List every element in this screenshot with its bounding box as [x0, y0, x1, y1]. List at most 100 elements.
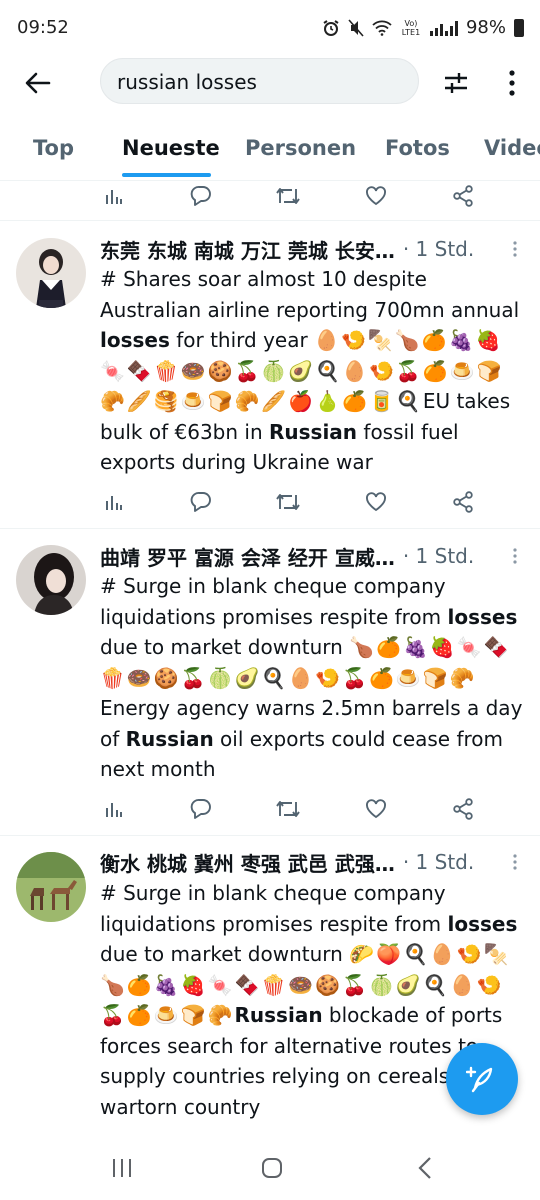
bar-chart-icon — [106, 190, 122, 204]
tweet-action-row — [100, 181, 480, 211]
bar-chart-icon — [106, 803, 122, 817]
search-header: russian losses — [0, 58, 540, 108]
tweet-text-part: due to market downturn — [100, 942, 350, 966]
avatar[interactable] — [16, 238, 86, 308]
comment-icon — [190, 492, 211, 512]
recent-apps-icon — [113, 1159, 131, 1177]
tweet-timestamp[interactable]: · 1 Std. — [403, 544, 474, 568]
tab-people[interactable]: Personen — [245, 136, 356, 160]
wifi-icon — [372, 20, 392, 36]
active-tab-indicator — [122, 173, 211, 177]
comment-icon — [190, 186, 211, 206]
tweet-text-part: # Surge in blank cheque company liquidat… — [100, 881, 448, 936]
sliders-icon — [445, 73, 467, 93]
retweet-button[interactable] — [273, 487, 303, 517]
like-button[interactable] — [361, 487, 391, 517]
tab-top[interactable]: Top — [33, 136, 74, 160]
tweet-header: 曲靖 罗平 富源 会泽 经开 宣威… · 1 Std. — [100, 541, 525, 571]
share-button[interactable] — [448, 794, 478, 824]
tweet-text-part: # Shares soar almost 10 despite Australi… — [100, 267, 520, 322]
share-icon — [453, 491, 473, 513]
search-filter-button[interactable] — [438, 65, 474, 101]
tweet-keyword: losses — [447, 911, 518, 936]
system-navigation-bar — [0, 1135, 540, 1200]
bar-chart-icon — [106, 496, 122, 510]
tweet-more-button[interactable] — [510, 854, 520, 870]
arrow-left-icon — [25, 72, 51, 94]
compose-tweet-button[interactable] — [446, 1043, 518, 1115]
battery-icon — [514, 18, 524, 37]
feather-plus-icon — [466, 1066, 493, 1093]
like-button[interactable] — [361, 181, 391, 211]
tab-videos[interactable]: Video — [484, 136, 540, 160]
tweet-header: 东莞 东城 南城 万江 莞城 长安… · 1 Std. — [100, 234, 525, 264]
home-icon — [262, 1158, 282, 1178]
search-tabs: Top Neueste Personen Fotos Video — [0, 122, 540, 180]
tab-latest[interactable]: Neueste — [122, 136, 220, 160]
share-icon — [453, 798, 473, 820]
tweet-action-row — [100, 487, 480, 517]
tweet-keyword: Russian — [269, 419, 358, 444]
tweet-text-part: # Surge in blank cheque company liquidat… — [100, 574, 448, 629]
tweet-keyword: losses — [100, 328, 170, 352]
views-button[interactable] — [99, 181, 129, 211]
signal-icon — [429, 20, 458, 36]
tab-photos[interactable]: Fotos — [385, 136, 450, 160]
avatar[interactable] — [16, 545, 86, 615]
status-time: 09:52 — [17, 17, 69, 38]
recent-apps-button[interactable] — [107, 1155, 137, 1181]
tweet-author-name[interactable]: 曲靖 罗平 富源 会泽 经开 宣威… — [100, 542, 395, 571]
views-button[interactable] — [99, 487, 129, 517]
tweet-author-name[interactable]: 东莞 东城 南城 万江 莞城 长安… — [100, 235, 395, 264]
chevron-left-icon — [418, 1157, 431, 1179]
tweet[interactable]: 曲靖 罗平 富源 会泽 经开 宣威… · 1 Std. # Surge in b… — [0, 529, 540, 836]
status-bar: 09:52 Vo) LTE1 98% — [0, 0, 540, 58]
more-vertical-icon — [513, 854, 517, 870]
tweet[interactable]: 东莞 东城 南城 万江 莞城 长安… · 1 Std. # Shares soa… — [0, 221, 540, 528]
tweet-text-part: for third year — [169, 328, 315, 352]
search-input[interactable]: russian losses — [100, 58, 419, 104]
retweet-icon — [276, 494, 300, 510]
volte-label: Vo) LTE1 — [401, 18, 421, 37]
heart-icon — [366, 799, 386, 819]
more-vertical-icon — [513, 241, 517, 257]
share-button[interactable] — [448, 181, 478, 211]
retweet-button[interactable] — [273, 794, 303, 824]
like-button[interactable] — [361, 794, 391, 824]
tweet-timestamp[interactable]: · 1 Std. — [403, 850, 474, 874]
tweet-author-name[interactable]: 衡水 桃城 冀州 枣强 武邑 武强… — [100, 848, 395, 877]
battery-percent: 98% — [465, 17, 506, 38]
reply-button[interactable] — [186, 487, 216, 517]
status-icons: Vo) LTE1 98% — [322, 17, 524, 38]
heart-icon — [366, 492, 386, 512]
more-vertical-icon — [513, 548, 517, 564]
views-button[interactable] — [99, 794, 129, 824]
retweet-icon — [276, 188, 300, 204]
back-button[interactable] — [20, 65, 56, 101]
tweet-text: # Shares soar almost 10 despite Australi… — [100, 264, 525, 478]
retweet-icon — [276, 801, 300, 817]
tweet-keyword: Russian — [234, 1003, 323, 1027]
more-options-button[interactable] — [494, 65, 530, 101]
tweet-action-row — [100, 794, 480, 824]
heart-icon — [366, 186, 386, 206]
more-vertical-icon — [509, 70, 515, 96]
reply-button[interactable] — [186, 181, 216, 211]
reply-button[interactable] — [186, 794, 216, 824]
tweet-keyword: losses — [447, 604, 518, 629]
tweet-more-button[interactable] — [510, 241, 520, 257]
alarm-icon — [323, 19, 339, 36]
avatar[interactable] — [16, 852, 86, 922]
share-icon — [453, 185, 473, 207]
comment-icon — [190, 799, 211, 819]
system-back-button[interactable] — [410, 1155, 440, 1181]
share-button[interactable] — [448, 487, 478, 517]
tweet-text: # Surge in blank cheque company liquidat… — [100, 571, 525, 785]
tweet-header: 衡水 桃城 冀州 枣强 武邑 武强… · 1 Std. — [100, 847, 525, 877]
tweet-text-part: due to market downturn — [100, 635, 350, 659]
tweet-timestamp[interactable]: · 1 Std. — [403, 237, 474, 261]
retweet-button[interactable] — [273, 181, 303, 211]
home-button[interactable] — [257, 1155, 287, 1181]
tweet-more-button[interactable] — [510, 548, 520, 564]
mute-icon — [348, 18, 364, 37]
